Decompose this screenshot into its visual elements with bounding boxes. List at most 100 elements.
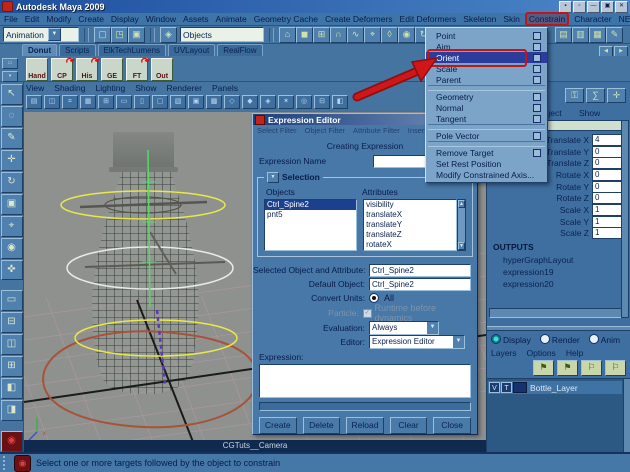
expression-editor-menu-item[interactable]: Object Filter xyxy=(305,126,345,135)
shelf-button[interactable]: GE xyxy=(101,58,123,81)
constrain-item-tangent[interactable]: Tangent xyxy=(426,113,547,124)
object-item-selected[interactable]: Ctrl_Spine2 xyxy=(265,199,357,210)
editor-dropdown-icon[interactable]: ▼ xyxy=(453,335,464,348)
attribute-item[interactable]: rotateX xyxy=(364,240,456,250)
layer-list-scrollbar[interactable] xyxy=(623,379,630,453)
menu-skeleton[interactable]: Skeleton xyxy=(463,14,496,24)
option-box-icon[interactable] xyxy=(533,65,541,73)
channelbox-vscrollbar[interactable] xyxy=(621,120,629,318)
shelf-tab-uvlayout[interactable]: UVLayout xyxy=(168,44,216,56)
tool-settings-icon[interactable]: ▥ xyxy=(572,26,589,43)
menu-file[interactable]: File xyxy=(4,14,18,24)
shelf-tab-scripts[interactable]: Scripts xyxy=(59,44,96,56)
key-icon[interactable]: ⚿ xyxy=(565,88,584,103)
mode-display[interactable]: Display xyxy=(491,334,531,345)
viewport-menu-item[interactable]: View xyxy=(26,83,44,93)
image-plane-icon[interactable]: ▦ xyxy=(80,95,96,109)
xray-icon[interactable]: ⊟ xyxy=(314,95,330,109)
channelbox-hscrollbar[interactable] xyxy=(489,308,622,318)
soft-mod-tool-icon[interactable]: ◉ xyxy=(0,237,23,259)
isolate-select-icon[interactable]: ◧ xyxy=(332,95,348,109)
expression-editor-button[interactable]: Clear xyxy=(389,417,428,434)
layout-single-icon[interactable]: ▭ xyxy=(0,290,23,312)
viewport-menu-item[interactable]: Renderer xyxy=(167,83,202,93)
option-box-icon[interactable] xyxy=(533,115,541,123)
constrain-item-modify-constrained-axis[interactable]: Modify Constrained Axis... xyxy=(426,169,547,180)
shelf-button[interactable]: Hand xyxy=(26,58,48,81)
script-editor-icon[interactable]: ✎ xyxy=(606,26,623,43)
layer-menu-item[interactable]: Layers xyxy=(491,348,517,358)
expression-editor-button[interactable]: Reload xyxy=(346,417,384,434)
channel-label[interactable]: Rotate Y xyxy=(487,182,592,192)
menu-edit[interactable]: Edit xyxy=(25,14,40,24)
option-box-icon[interactable] xyxy=(533,43,541,51)
menu-display[interactable]: Display xyxy=(111,14,139,24)
output-node-item[interactable]: expression20 xyxy=(503,278,573,290)
attribute-item[interactable]: visibility xyxy=(364,200,456,210)
option-box-icon[interactable] xyxy=(533,104,541,112)
convert-units-all-label[interactable]: All xyxy=(384,293,394,303)
constrain-item-point[interactable]: Point xyxy=(426,30,547,41)
select-tool-icon[interactable]: ↖ xyxy=(0,84,23,105)
menu-geometry-cache[interactable]: Geometry Cache xyxy=(254,14,318,24)
grid-icon[interactable]: ⊞ xyxy=(98,95,114,109)
expression-editor-button[interactable]: Delete xyxy=(302,417,341,434)
layer-visible-toggle[interactable]: V xyxy=(489,382,500,393)
channel-label[interactable]: Scale Y xyxy=(487,217,592,227)
objects-list[interactable]: Ctrl_Spine2 pnt5 xyxy=(264,198,358,251)
layout-four-icon[interactable]: ⊞ xyxy=(0,356,23,378)
layout-hypergraph-icon[interactable]: ◨ xyxy=(0,400,23,422)
safe-action-icon[interactable]: ▣ xyxy=(188,95,204,109)
move-layer-down-icon[interactable]: ⚐ xyxy=(605,360,626,376)
layer-menu-item[interactable]: Options xyxy=(527,348,556,358)
channel-box-icon[interactable]: ▦ xyxy=(589,26,606,43)
panel-divider[interactable] xyxy=(487,326,630,331)
output-node-item[interactable]: hyperGraphLayout xyxy=(503,254,573,266)
snap-grid-icon[interactable]: ∩ xyxy=(330,26,347,43)
wireframe-icon[interactable]: ◇ xyxy=(224,95,240,109)
option-box-icon[interactable] xyxy=(533,76,541,84)
shadows-icon[interactable]: ◎ xyxy=(296,95,312,109)
viewport-menu-item[interactable]: Show xyxy=(135,83,156,93)
menu-window[interactable]: Window xyxy=(146,14,176,24)
option-box-icon[interactable] xyxy=(533,149,541,157)
menu-modify[interactable]: Modify xyxy=(46,14,71,24)
snap-plane-icon[interactable]: ◊ xyxy=(381,26,398,43)
constrain-item-pole-vector[interactable]: Pole Vector xyxy=(426,130,547,141)
default-object-field[interactable]: Ctrl_Spine2 xyxy=(369,277,471,291)
option-box-icon[interactable] xyxy=(533,93,541,101)
new-scene-icon[interactable]: ▢ xyxy=(94,26,111,43)
collapse-selection-icon[interactable]: ▼ xyxy=(267,171,279,183)
move-layer-up-icon[interactable]: ⚐ xyxy=(581,360,602,376)
menu-constrain[interactable]: Constrain xyxy=(524,12,570,26)
bookmarks-icon[interactable]: ⌗ xyxy=(62,95,78,109)
expression-scrollbar[interactable] xyxy=(259,401,471,411)
option-box-icon[interactable] xyxy=(533,132,541,140)
shelf-tab-elktechlumens[interactable]: ElkTechLumens xyxy=(97,44,167,56)
new-layer-icon[interactable]: ⚑ xyxy=(533,360,554,376)
select-component-icon[interactable]: ⊞ xyxy=(313,26,330,43)
minimize-button[interactable]: ― xyxy=(587,1,600,13)
radio-anim-icon[interactable] xyxy=(588,334,599,344)
menu-assets[interactable]: Assets xyxy=(183,14,209,24)
radio-render-icon[interactable] xyxy=(539,334,550,344)
attribute-editor-icon[interactable]: ▤ xyxy=(555,26,572,43)
paint-select-tool-icon[interactable]: ✎ xyxy=(0,127,23,149)
move-tool-icon[interactable]: ✛ xyxy=(0,149,23,171)
attributes-list[interactable]: visibility translateX translateY translateZ… xyxy=(363,198,457,251)
viewport-menu-item[interactable]: Shading xyxy=(54,83,85,93)
camera-attrs-icon[interactable]: ◫ xyxy=(44,95,60,109)
constrain-item-remove-target[interactable]: Remove Target xyxy=(426,147,547,158)
shelf-tab-realflow[interactable]: RealFlow xyxy=(217,44,263,56)
editor-dropdown[interactable]: Expression Editor ▼ xyxy=(369,334,465,349)
maximize-button[interactable]: ▣ xyxy=(601,1,614,13)
layer-name[interactable]: Bottle_Layer xyxy=(528,383,578,393)
textured-icon[interactable]: ◈ xyxy=(260,95,276,109)
gate-mask-icon[interactable]: ▢ xyxy=(152,95,168,109)
constrain-item-orient[interactable]: Orient xyxy=(426,49,547,67)
expression-editor-button[interactable]: Create xyxy=(259,417,297,434)
resolution-gate-icon[interactable]: ▯ xyxy=(134,95,150,109)
selected-object-attribute-field[interactable]: Ctrl_Spine2 xyxy=(369,263,471,277)
menu-character[interactable]: Character xyxy=(574,14,611,24)
smooth-shade-icon[interactable]: ◆ xyxy=(242,95,258,109)
